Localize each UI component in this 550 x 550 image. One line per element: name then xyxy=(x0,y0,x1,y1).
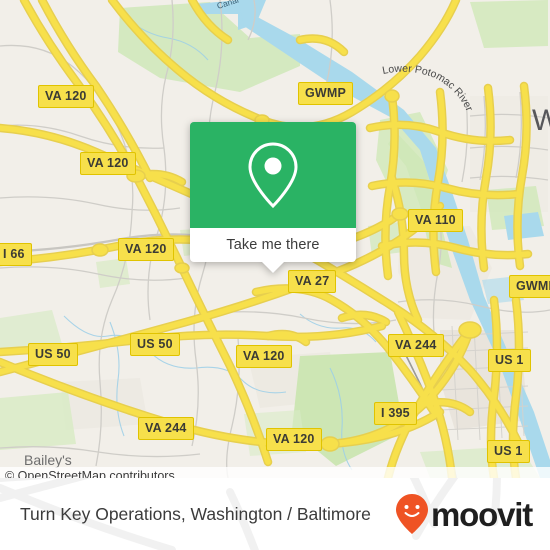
moovit-logo[interactable]: moovit xyxy=(395,493,533,535)
popup-icon-panel xyxy=(190,122,356,228)
road-shield: VA 27 xyxy=(288,270,337,293)
road-shield: US 1 xyxy=(487,440,530,463)
footer-bar: Turn Key Operations, Washington / Baltim… xyxy=(0,478,550,550)
osm-attribution-text[interactable]: © OpenStreetMap contributors xyxy=(0,469,175,478)
road-shield: US 50 xyxy=(130,333,180,356)
map-canvas[interactable]: Lower Potomac River Canal VA 120 VA 120 VA… xyxy=(0,0,550,478)
osm-attribution-bar: © OpenStreetMap contributors xyxy=(0,467,550,478)
road-shield: I 395 xyxy=(374,402,417,425)
road-shield: VA 120 xyxy=(266,428,322,451)
place-label-baileys: Bailey's xyxy=(24,452,72,468)
city-label-washington: W xyxy=(532,104,550,137)
moovit-wordmark: moovit xyxy=(431,495,533,533)
road-shield: US 1 xyxy=(488,349,531,372)
road-shield: GWMP xyxy=(298,82,354,105)
road-shield: VA 120 xyxy=(236,345,292,368)
road-shield: VA 244 xyxy=(388,334,444,357)
take-me-there-button[interactable]: Take me there xyxy=(190,228,356,273)
moovit-map-screenshot: Lower Potomac River Canal VA 120 VA 120 VA… xyxy=(0,0,550,550)
road-shield: I 66 xyxy=(0,243,32,266)
road-shield: VA 120 xyxy=(80,152,136,175)
moovit-pin-icon xyxy=(396,494,429,534)
road-shield: VA 110 xyxy=(408,209,463,232)
road-shield: VA 120 xyxy=(118,238,174,261)
road-shield: US 50 xyxy=(28,343,78,366)
take-me-there-label: Take me there xyxy=(226,237,320,253)
map-pin-icon xyxy=(248,142,298,209)
road-shield: VA 244 xyxy=(138,417,194,440)
road-shield: VA 120 xyxy=(38,85,94,108)
destination-popup-card[interactable]: Take me there xyxy=(190,122,356,273)
road-shield: GWMP xyxy=(509,275,550,298)
footer-title: Turn Key Operations, Washington / Baltim… xyxy=(20,503,371,524)
popup-tail-pointer xyxy=(262,262,284,273)
